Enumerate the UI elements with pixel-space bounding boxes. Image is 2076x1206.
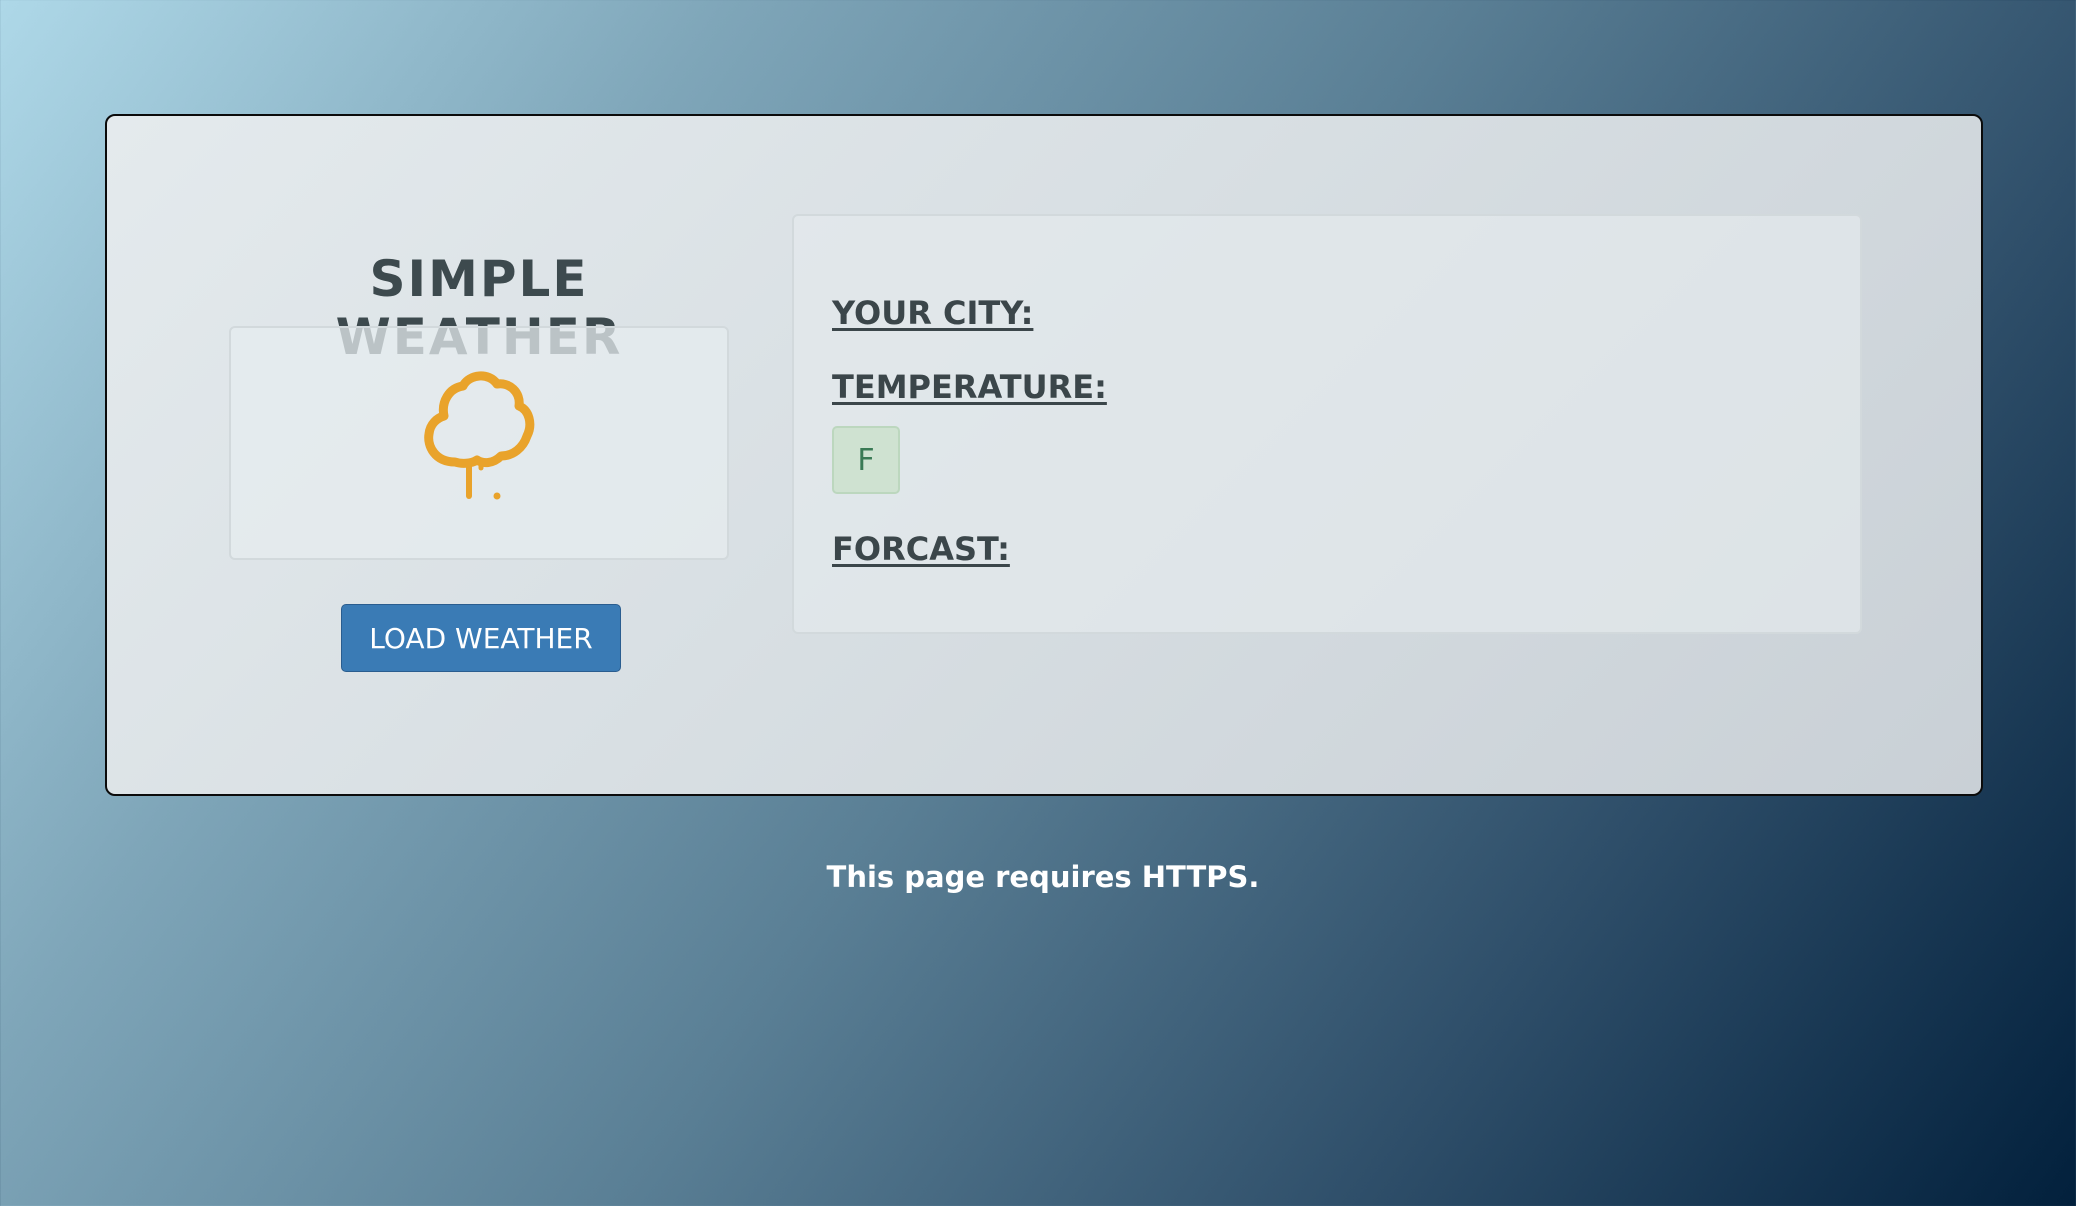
https-notice: This page requires HTTPS. bbox=[826, 860, 1260, 894]
weather-cloud-drip-icon bbox=[424, 371, 535, 500]
temperature-label: TEMPERATURE: bbox=[832, 368, 1107, 406]
forecast-label: FORCAST: bbox=[832, 530, 1010, 568]
unit-toggle-button[interactable]: F bbox=[832, 426, 900, 494]
weather-card: SIMPLE WEATHER LOAD WEATHER YOUR CITY: T… bbox=[105, 114, 1983, 796]
city-label: YOUR CITY: bbox=[832, 294, 1034, 332]
weather-info-panel: YOUR CITY: TEMPERATURE: F FORCAST: bbox=[792, 214, 1862, 634]
load-weather-button[interactable]: LOAD WEATHER bbox=[341, 604, 621, 672]
weather-icon-box bbox=[229, 326, 729, 560]
